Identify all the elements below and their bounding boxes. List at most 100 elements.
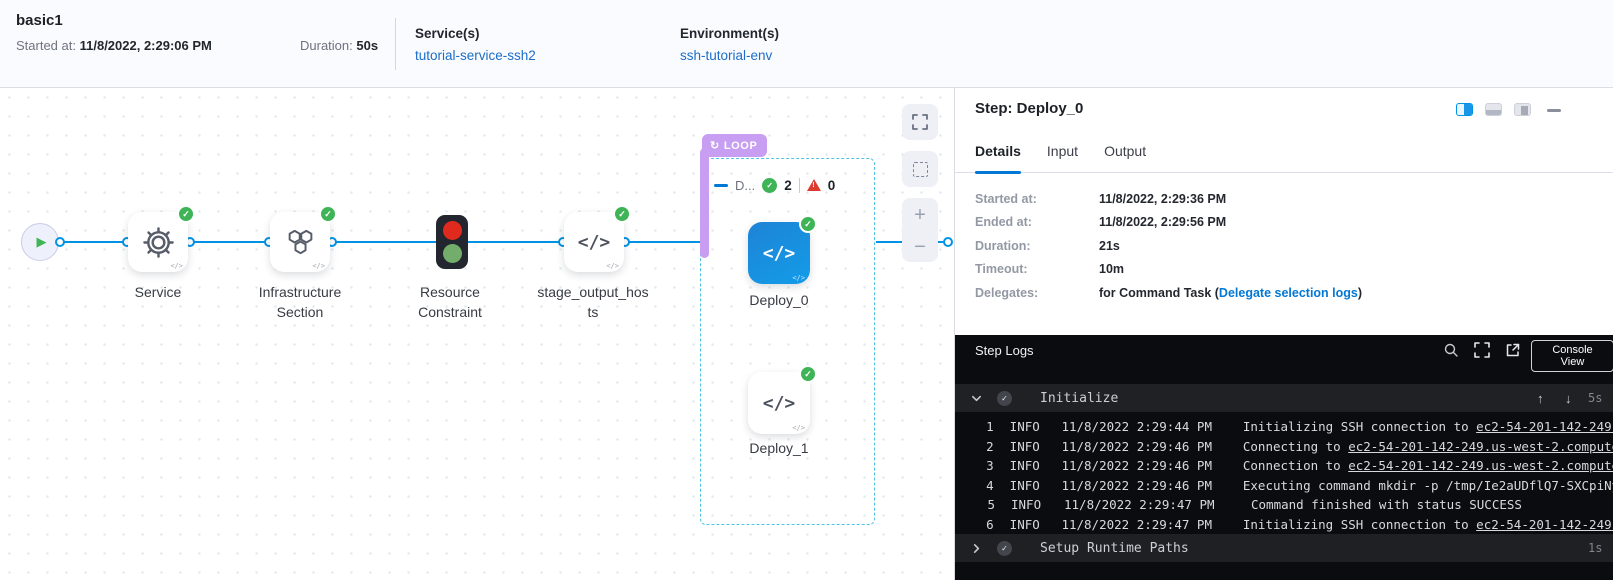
node-label-deploy-1: Deploy_1 bbox=[719, 438, 839, 458]
layout-bottom-view-icon[interactable] bbox=[1485, 103, 1502, 116]
minimize-panel-icon[interactable] bbox=[1547, 109, 1561, 112]
step-logs-title: Step Logs bbox=[975, 343, 1034, 358]
node-stage-output-hosts[interactable]: </> ✓ </> bbox=[564, 212, 624, 272]
log-lines: 1INFO11/8/2022 2:29:44 PMInitializing SS… bbox=[955, 417, 1613, 534]
node-infrastructure[interactable]: ✓ </> bbox=[270, 212, 330, 272]
execution-header: basic1 Started at: 11/8/2022, 2:29:06 PM… bbox=[0, 0, 1613, 88]
log-message: Initializing SSH connection to ec2-54-20… bbox=[1243, 419, 1613, 434]
gear-icon bbox=[142, 226, 175, 259]
log-message: Initializing SSH connection to ec2-54-20… bbox=[1243, 517, 1613, 532]
detail-value: 11/8/2022, 2:29:36 PM bbox=[1099, 192, 1226, 207]
log-group-name: Setup Runtime Paths bbox=[1040, 541, 1189, 556]
detail-value: 11/8/2022, 2:29:56 PM bbox=[1099, 215, 1226, 230]
canvas-fullscreen-button[interactable] bbox=[902, 104, 938, 140]
zoom-out-button[interactable]: − bbox=[902, 232, 938, 264]
node-label-stage-output-hosts: stage_output_hosts bbox=[536, 282, 650, 323]
log-message-link[interactable]: ec2-54-201-142-249.us-west-2.compute. bbox=[1348, 458, 1613, 473]
detail-label: Duration: bbox=[975, 239, 1099, 254]
log-message-text: Initializing SSH connection to bbox=[1243, 419, 1476, 434]
detail-label: Started at: bbox=[975, 192, 1099, 207]
panel-tabs: Details Input Output bbox=[975, 143, 1146, 169]
node-resource-constraint[interactable] bbox=[436, 215, 468, 269]
log-level: INFO bbox=[1010, 478, 1046, 493]
started-at-value: 11/8/2022, 2:29:06 PM bbox=[80, 38, 212, 53]
loop-badge-label: LOOP bbox=[724, 140, 758, 152]
log-line: 1INFO11/8/2022 2:29:44 PMInitializing SS… bbox=[955, 417, 1613, 437]
started-at: Started at: 11/8/2022, 2:29:06 PM bbox=[16, 38, 212, 53]
log-fullscreen-button[interactable] bbox=[1474, 342, 1490, 363]
tab-details[interactable]: Details bbox=[975, 143, 1021, 169]
zoom-in-button[interactable]: + bbox=[902, 200, 938, 232]
pipeline-start-node: ▶ bbox=[21, 223, 59, 261]
log-line: 2INFO11/8/2022 2:29:46 PMConnecting to e… bbox=[955, 437, 1613, 457]
node-deploy-1[interactable]: </> ✓ </> bbox=[748, 372, 810, 434]
log-message-text: Connection to bbox=[1243, 458, 1348, 473]
hexagons-icon bbox=[284, 226, 317, 259]
log-message: Connecting to ec2-54-201-142-249.us-west… bbox=[1243, 439, 1613, 454]
log-message-link[interactable]: ec2-54-201-142-249.u bbox=[1476, 419, 1613, 434]
detail-value-link[interactable]: Delegate selection logs bbox=[1219, 286, 1358, 300]
log-line: 4INFO11/8/2022 2:29:46 PMExecuting comma… bbox=[955, 476, 1613, 496]
tab-output[interactable]: Output bbox=[1104, 143, 1146, 169]
connector-port bbox=[943, 237, 953, 247]
detail-value-text: 11/8/2022, 2:29:56 PM bbox=[1099, 215, 1226, 229]
collapse-icon[interactable] bbox=[714, 184, 728, 187]
loop-group-header: D... ✓ 2 ! 0 bbox=[714, 176, 835, 194]
log-line-number: 6 bbox=[955, 517, 994, 532]
canvas-select-button[interactable] bbox=[902, 151, 938, 187]
log-level: INFO bbox=[1011, 497, 1048, 512]
layout-right-view-icon[interactable] bbox=[1514, 103, 1531, 116]
loop-badge[interactable]: ↻ LOOP bbox=[702, 134, 767, 157]
log-search-button[interactable] bbox=[1443, 342, 1459, 363]
chevron-down-icon bbox=[971, 393, 983, 404]
log-group-setup-runtime-paths[interactable]: ✓ Setup Runtime Paths 1s bbox=[955, 534, 1613, 562]
node-service[interactable]: ✓ </> bbox=[128, 212, 188, 272]
log-level: INFO bbox=[1010, 517, 1046, 532]
log-timestamp: 11/8/2022 2:29:47 PM bbox=[1064, 497, 1233, 512]
console-view-button[interactable]: Console View bbox=[1531, 340, 1613, 372]
success-badge-icon: ✓ bbox=[319, 205, 337, 223]
code-mini-icon: </> bbox=[792, 424, 805, 432]
log-line: 3INFO11/8/2022 2:29:46 PMConnection to e… bbox=[955, 456, 1613, 476]
tab-input[interactable]: Input bbox=[1047, 143, 1078, 169]
step-logs-section: Step Logs Console View ✓ Initialize ↑ bbox=[955, 335, 1613, 580]
layout-split-view-icon[interactable] bbox=[1456, 103, 1473, 116]
chevron-right-icon bbox=[971, 543, 983, 554]
log-message-link[interactable]: ec2-54-201-142-249.u bbox=[1476, 517, 1613, 532]
detail-value-text: 21s bbox=[1099, 239, 1120, 253]
log-message-text: Executing command mkdir -p /tmp/Ie2aUDfl… bbox=[1243, 478, 1613, 493]
node-deploy-0[interactable]: </> ✓ </> bbox=[748, 222, 810, 284]
success-badge-icon: ✓ bbox=[613, 205, 631, 223]
detail-value: 21s bbox=[1099, 239, 1120, 254]
scroll-to-top-icon[interactable]: ↑ bbox=[1537, 391, 1544, 406]
duration: Duration: 50s bbox=[300, 38, 378, 53]
detail-value: for Command Task (Delegate selection log… bbox=[1099, 286, 1362, 301]
log-group-duration: 1s bbox=[1588, 541, 1602, 555]
pipeline-canvas[interactable]: ▶ ✓ </> Service ✓ </> Infrastructure Sec… bbox=[0, 88, 954, 580]
log-group-initialize[interactable]: ✓ Initialize ↑ ↓ 5s bbox=[955, 384, 1613, 412]
success-badge-icon: ✓ bbox=[799, 215, 817, 233]
service-link[interactable]: tutorial-service-ssh2 bbox=[415, 48, 536, 63]
success-count: 2 bbox=[784, 178, 792, 193]
log-open-new-tab-button[interactable] bbox=[1505, 342, 1521, 363]
log-group-duration: 5s bbox=[1588, 391, 1602, 405]
detail-value-text: 11/8/2022, 2:29:36 PM bbox=[1099, 192, 1226, 206]
success-badge-icon: ✓ bbox=[799, 365, 817, 383]
duration-value: 50s bbox=[356, 38, 378, 53]
environment-link[interactable]: ssh-tutorial-env bbox=[680, 48, 772, 63]
log-message-link[interactable]: ec2-54-201-142-249.us-west-2.compute. bbox=[1348, 439, 1613, 454]
canvas-zoom-controls: + − bbox=[902, 198, 938, 262]
detail-label: Timeout: bbox=[975, 262, 1099, 277]
node-label-deploy-0: Deploy_0 bbox=[719, 290, 839, 310]
detail-row: Timeout:10m bbox=[975, 262, 1362, 277]
traffic-light-green-icon bbox=[443, 244, 462, 263]
log-level: INFO bbox=[1010, 419, 1046, 434]
log-line-number: 1 bbox=[955, 419, 994, 434]
scroll-to-bottom-icon[interactable]: ↓ bbox=[1565, 391, 1572, 406]
fullscreen-icon bbox=[1474, 342, 1490, 358]
log-message: Connection to ec2-54-201-142-249.us-west… bbox=[1243, 458, 1613, 473]
log-timestamp: 11/8/2022 2:29:46 PM bbox=[1061, 439, 1224, 454]
log-message: Executing command mkdir -p /tmp/Ie2aUDfl… bbox=[1243, 478, 1613, 493]
warning-exclamation: ! bbox=[812, 182, 814, 189]
loop-group-name: D... bbox=[735, 178, 755, 193]
